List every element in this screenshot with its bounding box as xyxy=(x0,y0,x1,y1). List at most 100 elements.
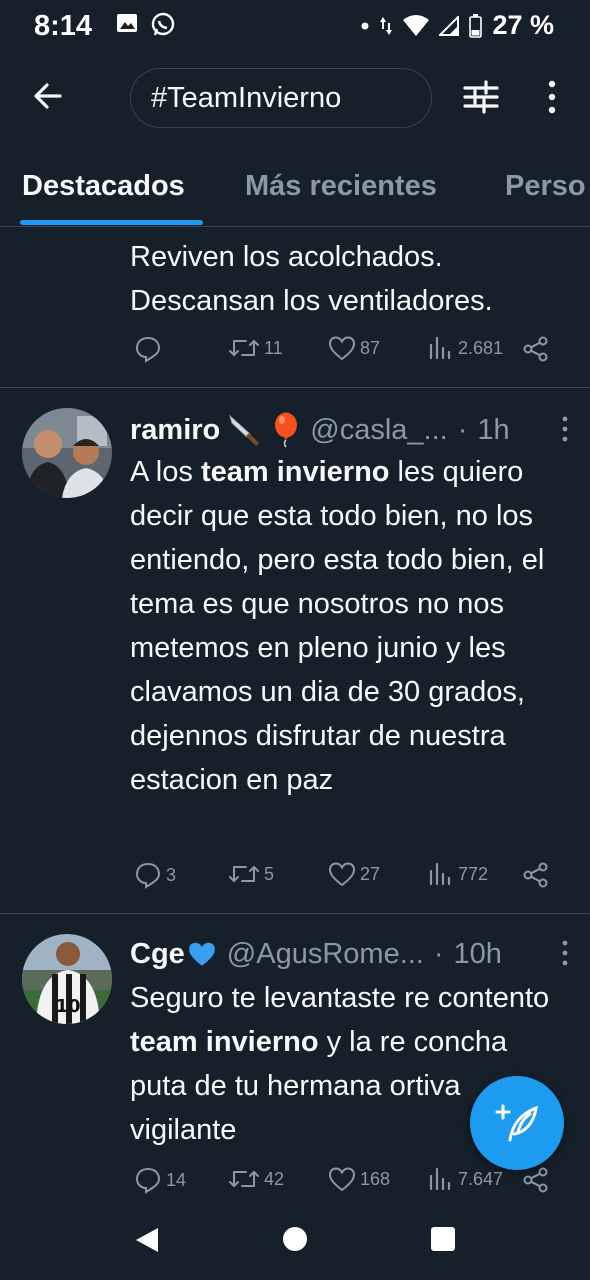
tweet-text-part: Seguro te levantaste re contento xyxy=(130,982,550,1014)
retweet-button[interactable]: 42 xyxy=(228,1166,284,1192)
author-name[interactable]: Cge xyxy=(130,938,185,971)
compose-tweet-button[interactable] xyxy=(470,1076,564,1170)
avatar-image: 10 xyxy=(22,934,112,1024)
whatsapp-notification-icon xyxy=(151,12,175,36)
status-time: 8:14 xyxy=(34,10,93,42)
share-icon xyxy=(523,1167,548,1193)
retweet-button[interactable]: 5 xyxy=(228,861,274,887)
views-icon xyxy=(429,1167,451,1191)
retweet-icon xyxy=(229,866,259,882)
tweet-header: Cge @AgusRome... · 10h xyxy=(130,934,570,974)
tweet-more-icon[interactable] xyxy=(560,938,570,968)
retweet-count: 5 xyxy=(264,863,275,884)
battery-percent: 27 % xyxy=(492,10,554,40)
tweet-text-part: A los xyxy=(130,456,201,488)
tweet-time: 1h xyxy=(477,413,510,446)
nav-home-icon[interactable] xyxy=(283,1227,307,1251)
retweet-icon xyxy=(229,340,259,356)
tweet-actions: 11 87 2.681 xyxy=(130,335,560,371)
back-button[interactable] xyxy=(28,76,68,116)
views-icon xyxy=(429,336,451,360)
like-icon xyxy=(328,1167,356,1192)
tweet-text-line: Descansan los ventiladores. xyxy=(130,285,493,317)
search-query: #TeamInvierno xyxy=(151,81,342,114)
tweet-text-line: Reviven los acolchados. xyxy=(130,241,443,273)
like-button[interactable]: 87 xyxy=(328,335,380,361)
tweet-actions: 14 42 168 7.647 xyxy=(130,1166,560,1202)
knife-emoji-icon xyxy=(228,413,264,447)
tab-destacados[interactable]: Destacados xyxy=(22,170,185,203)
tweet-text-part: les quiero decir que esta todo bien, no … xyxy=(130,456,545,796)
svg-text:10: 10 xyxy=(55,996,80,1017)
author-name[interactable]: ramiro xyxy=(130,414,220,447)
retweet-button[interactable]: 11 xyxy=(228,335,283,361)
like-button[interactable]: 27 xyxy=(328,861,380,887)
balloon-emoji-icon xyxy=(272,412,300,448)
retweet-icon xyxy=(229,1171,259,1187)
nav-back-icon[interactable] xyxy=(134,1226,160,1254)
share-button[interactable] xyxy=(522,335,550,363)
reply-button[interactable]: 14 xyxy=(134,1166,186,1194)
filter-button[interactable] xyxy=(462,78,500,116)
wifi-icon xyxy=(403,14,430,36)
views-count: 772 xyxy=(458,863,489,884)
tweet-actions: 3 5 27 772 xyxy=(130,861,560,897)
reply-button[interactable] xyxy=(134,335,166,363)
battery-icon xyxy=(469,13,483,38)
avatar[interactable] xyxy=(22,408,112,498)
tab-mas-recientes[interactable]: Más recientes xyxy=(245,170,437,203)
retweet-count: 11 xyxy=(264,337,283,358)
reply-icon xyxy=(135,862,161,889)
reply-icon xyxy=(135,1167,161,1194)
search-term-highlight: team invierno xyxy=(200,456,390,488)
share-button[interactable] xyxy=(522,861,550,889)
views-icon xyxy=(429,862,451,886)
search-term-highlight: team invierno xyxy=(130,1026,319,1058)
search-input[interactable]: #TeamInvierno xyxy=(130,68,432,128)
tweet-card[interactable]: ramiro @casla_... · 1h A los team invier… xyxy=(0,388,590,913)
compose-icon xyxy=(495,1104,538,1142)
share-icon xyxy=(523,862,548,888)
like-count: 87 xyxy=(360,337,381,358)
signal-icon xyxy=(439,15,460,36)
share-button[interactable] xyxy=(522,1166,550,1194)
views-button[interactable]: 2.681 xyxy=(428,335,503,361)
like-button[interactable]: 168 xyxy=(328,1166,390,1192)
active-tab-indicator xyxy=(20,220,203,225)
blue-heart-emoji-icon xyxy=(187,940,217,968)
tweet-time: 10h xyxy=(453,937,502,970)
reply-button[interactable]: 3 xyxy=(134,861,176,889)
dot-icon xyxy=(361,22,369,29)
tab-personas[interactable]: Perso xyxy=(505,170,586,203)
status-bar: 8:14 27 % xyxy=(0,0,590,54)
filter-sliders-icon xyxy=(463,80,499,114)
top-bar: #TeamInvierno xyxy=(0,62,590,134)
tweet-header: ramiro @casla_... · 1h xyxy=(130,410,570,450)
share-icon xyxy=(523,336,548,362)
reply-icon xyxy=(135,336,161,363)
like-count: 27 xyxy=(360,863,381,884)
separator-dot: · xyxy=(457,413,468,446)
like-count: 168 xyxy=(360,1168,391,1189)
views-button[interactable]: 772 xyxy=(428,861,488,887)
avatar-image xyxy=(22,408,112,498)
avatar[interactable]: 10 xyxy=(22,934,112,1024)
reply-count: 14 xyxy=(166,1169,187,1190)
gallery-notification-icon xyxy=(117,14,137,32)
author-handle: @casla_... xyxy=(310,413,448,446)
back-arrow-icon xyxy=(34,83,62,109)
retweet-count: 42 xyxy=(264,1168,285,1189)
like-icon xyxy=(328,336,356,361)
nav-recents-icon[interactable] xyxy=(431,1227,455,1251)
like-icon xyxy=(328,862,356,887)
reply-count: 3 xyxy=(166,864,177,885)
tweet-more-icon[interactable] xyxy=(560,414,570,444)
tweet-text: Reviven los acolchados. Descansan los ve… xyxy=(130,235,570,323)
more-options-button[interactable] xyxy=(540,78,564,116)
separator-dot: · xyxy=(433,937,444,970)
data-arrows-icon xyxy=(380,16,393,35)
views-button[interactable]: 7.647 xyxy=(428,1166,503,1192)
tweet-card[interactable]: Reviven los acolchados. Descansan los ve… xyxy=(0,227,590,387)
tab-bar: Destacados Más recientes Perso xyxy=(0,160,590,226)
tweet-text: A los team invierno les quiero decir que… xyxy=(130,450,570,802)
